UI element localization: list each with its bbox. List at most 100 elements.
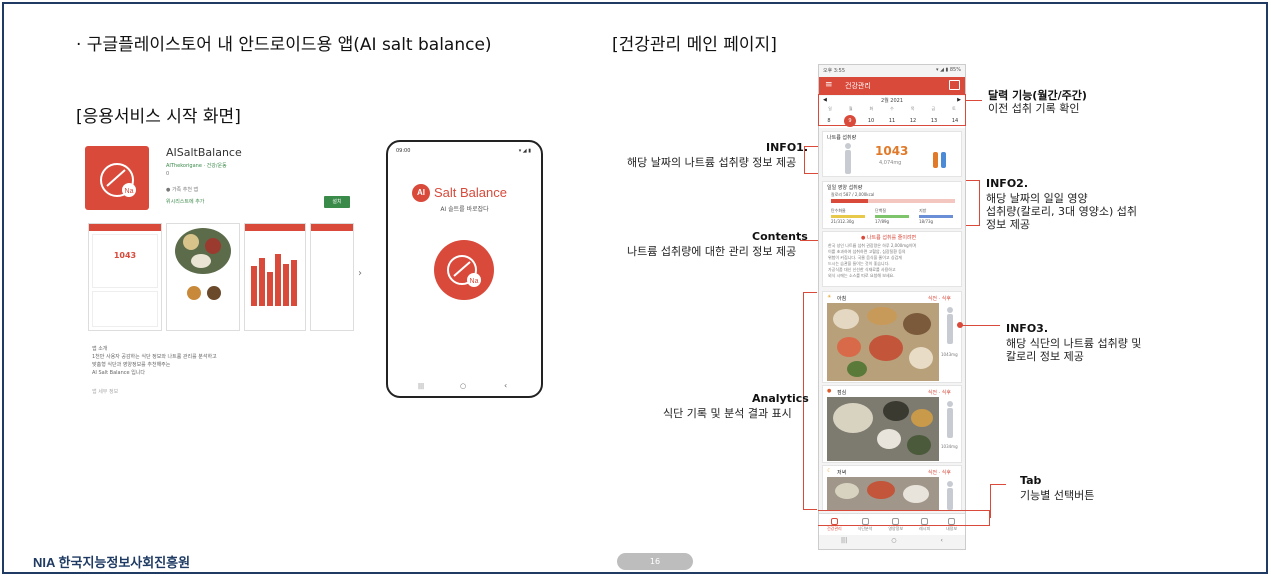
sodium-info-card: ● 나트륨 섭취를 줄이려면 한국 성인 나트륨 섭취 권장량은 하루 2,00… bbox=[822, 231, 962, 287]
tab-annotation-title: Tab bbox=[1020, 474, 1042, 487]
tab-label: 건강관리 bbox=[826, 525, 842, 531]
splash-status-time: 09:00 bbox=[396, 148, 411, 154]
nutrition-card: 일일 영양 섭취량 칼로리 587 / 2,000kcal 탄수화물 21/31… bbox=[822, 181, 962, 229]
info3-connector bbox=[960, 325, 1000, 326]
splash-nav-back[interactable]: ‹ bbox=[504, 381, 507, 390]
screenshot-bar-chart bbox=[251, 254, 297, 306]
info3-dot bbox=[957, 322, 963, 328]
sodium-info-text: 한국 성인 나트륨 섭취 권장량은 하루 2,000mg이며 이를 초과하여 섭… bbox=[828, 243, 917, 278]
tab-annotation-desc: 기능별 선택버튼 bbox=[1020, 489, 1095, 502]
app-header: ≡ 건강관리 bbox=[819, 77, 965, 95]
sodium-card-title: 나트륨 섭취량 bbox=[827, 135, 857, 141]
tab-label: 내정보 bbox=[945, 525, 958, 531]
tab-connector-h bbox=[990, 484, 1006, 485]
splash-logo-text: Salt Balance bbox=[434, 185, 507, 200]
body-icon bbox=[947, 307, 953, 344]
tab-label: 레시피 bbox=[918, 525, 931, 531]
nav-back[interactable]: ‹ bbox=[941, 537, 943, 544]
contents-desc: 나트륨 섭취량에 대한 관리 정보 제공 bbox=[627, 245, 797, 258]
kcal-bar bbox=[831, 199, 955, 203]
info2-title: INFO2. bbox=[986, 177, 1028, 190]
screenshot-next-arrow[interactable]: › bbox=[358, 268, 362, 279]
contents-title: Contents bbox=[752, 230, 808, 243]
info2-bracket bbox=[966, 180, 980, 226]
app-developer[interactable]: AIThekorigane · 건강/운동 bbox=[166, 162, 227, 169]
header-title: 건강관리 bbox=[845, 82, 871, 90]
app-icon[interactable]: Na bbox=[85, 146, 149, 210]
footer-logo: NIA 한국지능정보사회진흥원 bbox=[33, 555, 191, 570]
phone-nav-bar: ||| ○ ‹ bbox=[819, 537, 965, 544]
nutrient-fat: 지방 18/73g bbox=[919, 208, 953, 224]
body-icon bbox=[947, 481, 953, 510]
meal-sodium: 1034mg bbox=[941, 444, 958, 449]
info1-title: INFO1. bbox=[766, 141, 808, 154]
meal-sodium: 1043mg bbox=[941, 352, 958, 357]
meal-photo bbox=[827, 477, 939, 510]
sodium-card: 나트륨 섭취량 1043 4,074mg bbox=[822, 131, 962, 177]
info1-desc: 해당 날짜의 나트륨 섭취량 정보 제공 bbox=[627, 156, 797, 169]
heading-right: [건강관리 메인 페이지] bbox=[612, 35, 777, 55]
calendar-highlight bbox=[818, 94, 966, 126]
calendar-annotation-desc: 이전 섭취 기록 확인 bbox=[988, 102, 1080, 115]
scale-icon: Na bbox=[100, 163, 136, 197]
body-icon bbox=[947, 401, 953, 438]
analytics-title: Analytics bbox=[752, 392, 809, 405]
scale-icon: Na bbox=[447, 255, 481, 287]
meal-card-lunch[interactable]: ● 점심 식전 · 식후 1034mg bbox=[822, 385, 962, 463]
nutrition-title: 일일 영양 섭취량 bbox=[827, 185, 863, 191]
meal-label: 점심 bbox=[837, 390, 847, 396]
heading-left: · 구글플레이스토어 내 안드로이드용 앱(AI salt balance) bbox=[76, 35, 492, 55]
splash-phone: 09:00 ▾ ◢ ▮ AI Salt Balance AI 솔트를 바로잡다 … bbox=[386, 140, 543, 398]
store-screenshot-2[interactable] bbox=[166, 223, 240, 331]
sun-icon: ● bbox=[827, 388, 832, 394]
nutrition-kcal: 칼로리 587 / 2,000kcal bbox=[831, 192, 875, 197]
splash-status-icons: ▾ ◢ ▮ bbox=[518, 148, 531, 154]
nutrient-carb: 탄수화물 21/312.30g bbox=[831, 208, 865, 224]
menu-icon[interactable]: ≡ bbox=[825, 80, 833, 90]
sodium-info-button[interactable]: ● 나트륨 섭취를 줄이려면 bbox=[861, 234, 916, 241]
info3-title: INFO3. bbox=[1006, 322, 1048, 335]
page-number: 16 bbox=[617, 553, 693, 570]
meal-tags[interactable]: 식전 · 식후 bbox=[928, 469, 951, 476]
meal-label: 저녁 bbox=[837, 470, 847, 476]
tab-connector-v bbox=[990, 484, 991, 518]
splash-tagline: AI 솔트를 바로잡다 bbox=[440, 206, 489, 213]
wishlist-link[interactable]: 위시리스트에 추가 bbox=[166, 198, 204, 205]
app-description: 앱 소개 1천만 사용자 공감하는 식단 정보와 나트륨 관리를 분석하고 맞춤… bbox=[92, 346, 217, 376]
store-screenshot-1[interactable]: 1043 bbox=[88, 223, 162, 331]
meal-tags[interactable]: 식전 · 식후 bbox=[928, 295, 951, 302]
meal-card-breakfast[interactable]: ☀ 아침 식전 · 식후 1043mg bbox=[822, 291, 962, 383]
splash-app-icon: Na bbox=[434, 240, 494, 300]
splash-nav-recent[interactable]: ||| bbox=[418, 383, 424, 390]
meal-label: 아침 bbox=[837, 296, 847, 302]
calendar-connector bbox=[966, 100, 982, 101]
store-listing: Na AISaltBalance AIThekorigane · 건강/운동 0… bbox=[80, 140, 370, 405]
screenshot-sodium-value: 1043 bbox=[113, 251, 137, 260]
tab-label: 영양정보 bbox=[888, 525, 904, 531]
nutrient-protein: 단백질 17/89g bbox=[875, 208, 909, 224]
meal-tags[interactable]: 식전 · 식후 bbox=[928, 389, 951, 396]
info3-line2: 칼로리 정보 제공 bbox=[1006, 350, 1084, 363]
install-button[interactable]: 설치 bbox=[324, 196, 350, 208]
family-notice: ● 가족 추천 앱 bbox=[166, 187, 199, 193]
svg-text:Na: Na bbox=[125, 188, 134, 195]
tab-highlight bbox=[818, 510, 990, 526]
app-details-link[interactable]: 앱 세부 정보 bbox=[92, 388, 118, 395]
phone-status-icons: ▾ ◢ ▮ 85% bbox=[936, 67, 961, 73]
calendar-icon[interactable] bbox=[949, 80, 960, 90]
analytics-desc: 식단 기록 및 분석 결과 표시 bbox=[663, 407, 792, 420]
sodium-value: 1043 bbox=[875, 144, 909, 158]
meal-card-dinner[interactable]: ☾ 저녁 식전 · 식후 bbox=[822, 465, 962, 511]
health-phone: 오후 3:55 ▾ ◢ ▮ 85% ≡ 건강관리 ◀ 2월 2021 ▶ 일월화… bbox=[818, 64, 966, 550]
people-icon bbox=[933, 152, 946, 168]
store-screenshot-4[interactable] bbox=[310, 223, 354, 331]
nav-recent[interactable]: ||| bbox=[841, 537, 847, 544]
app-name: AISaltBalance bbox=[166, 146, 242, 159]
nav-home[interactable]: ○ bbox=[891, 537, 896, 544]
splash-nav-home[interactable]: ○ bbox=[460, 382, 466, 390]
phone-status-time: 오후 3:55 bbox=[823, 68, 846, 74]
meal-photo bbox=[827, 303, 939, 381]
sodium-sub-value: 4,074mg bbox=[879, 160, 902, 166]
store-screenshot-3[interactable] bbox=[244, 223, 306, 331]
body-icon bbox=[845, 143, 851, 174]
